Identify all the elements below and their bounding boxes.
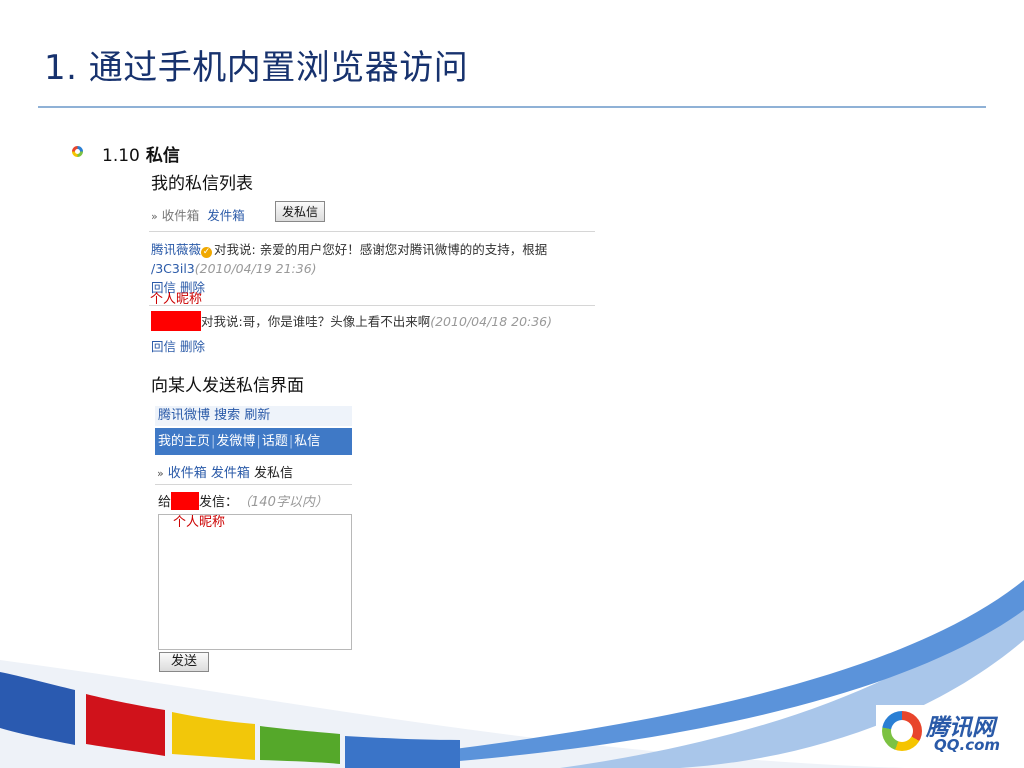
delete-link[interactable]: 删除	[180, 339, 205, 354]
compose-message-button[interactable]: 发私信	[275, 201, 326, 222]
divider	[149, 305, 595, 306]
divider	[149, 231, 595, 232]
nav-post[interactable]: 发微博	[216, 434, 255, 449]
tab-outbox[interactable]: 发件箱	[211, 466, 250, 481]
message-item: 对我说:哥，你是谁哇？头像上看不出来啊(2010/04/18 20:36)	[151, 311, 552, 332]
compose-prefix: 给	[158, 495, 172, 510]
message-list-screenshot: » 收件箱 发件箱 发私信 腾讯薇薇 ✓ 对我说: 亲爱的用户您好！感谢您对腾讯微博的的…	[149, 198, 595, 358]
message-actions: 回信 删除	[151, 336, 205, 355]
nav-home[interactable]: 我的主页	[158, 434, 210, 449]
qq-logo-icon	[882, 711, 922, 751]
reply-link[interactable]: 回信	[151, 339, 176, 354]
nav-weibo[interactable]: 腾讯微博	[158, 408, 210, 423]
logo-text-en: QQ.com	[934, 736, 1001, 754]
nav-search[interactable]: 搜索	[214, 408, 240, 423]
message-time: (2010/04/19 21:36)	[194, 261, 317, 276]
section-number: 1.10	[102, 146, 140, 166]
slide-title: 1. 通过手机内置浏览器访问	[44, 48, 469, 88]
message-item: 腾讯薇薇 ✓ 对我说: 亲爱的用户您好！感谢您对腾讯微博的的支持，根据 /3C3il…	[151, 240, 595, 297]
mailbox-tabs: » 收件箱 发件箱 发私信	[157, 462, 293, 481]
sender-link[interactable]: 腾讯薇薇	[151, 242, 201, 257]
mailbox-tabs: » 收件箱 发件箱	[151, 205, 245, 224]
tencent-logo: 腾讯网 QQ.com	[876, 705, 1006, 759]
message-time: (2010/04/18 20:36)	[430, 314, 553, 329]
tab-compose[interactable]: 发私信	[254, 466, 293, 481]
nav-messages[interactable]: 私信	[294, 434, 320, 449]
message-textarea[interactable]: 个人昵称	[158, 514, 352, 650]
nav-topics[interactable]: 话题	[262, 434, 288, 449]
tab-inbox[interactable]: 收件箱	[168, 466, 207, 481]
caption-send-message: 向某人发送私信界面	[151, 376, 304, 396]
double-arrow-icon: »	[151, 210, 158, 223]
send-message-screenshot: 腾讯微博 搜索 刷新 我的主页|发微博|话题|私信 » 收件箱 发件箱 发私信 给…	[155, 406, 352, 672]
section-heading: 1.10 私信	[102, 141, 180, 166]
double-arrow-icon: »	[157, 467, 164, 480]
title-divider	[38, 106, 986, 108]
nickname-annotation: 个人昵称	[173, 515, 226, 530]
compose-label: 给 发信：（140字以内）	[158, 491, 328, 510]
tab-inbox[interactable]: 收件箱	[162, 208, 200, 223]
redacted-nickname	[151, 311, 201, 331]
bullet-icon	[72, 146, 83, 157]
send-button[interactable]: 发送	[159, 652, 210, 672]
redacted-nickname	[171, 492, 200, 510]
nav-refresh[interactable]: 刷新	[244, 408, 270, 423]
compose-suffix: 发信：	[199, 495, 239, 510]
short-link[interactable]: /3C3il3	[151, 261, 195, 276]
main-nav-bar: 我的主页|发微博|话题|私信	[155, 428, 352, 455]
message-text: 对我说:哥，你是谁哇？头像上看不出来啊	[201, 314, 431, 329]
tab-outbox[interactable]: 发件箱	[207, 208, 245, 223]
section-title: 私信	[145, 146, 180, 166]
divider	[155, 484, 352, 485]
compose-hint: （140字以内）	[238, 495, 328, 510]
message-text: 对我说: 亲爱的用户您好！感谢您对腾讯微博的的支持，根据	[214, 242, 548, 257]
caption-message-list: 我的私信列表	[151, 174, 253, 194]
verified-icon: ✓	[201, 247, 213, 258]
top-nav: 腾讯微博 搜索 刷新	[155, 406, 352, 426]
